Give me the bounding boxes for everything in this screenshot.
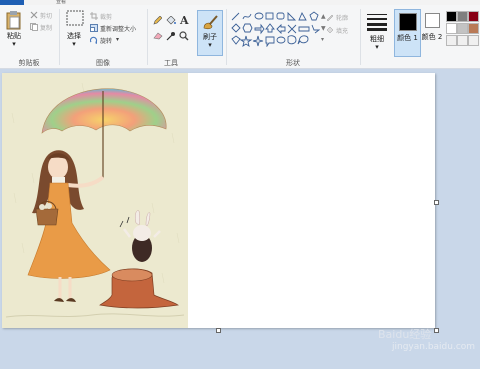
tools-group-label: 工具 [164,59,178,67]
fill-button[interactable]: 填充 [336,26,348,35]
palette-swatch[interactable] [446,11,457,22]
palette-swatch[interactable] [468,23,479,34]
brush-icon [203,15,218,30]
watermark-url: jingyan.baidu.com [392,342,476,352]
color1-swatch [399,13,417,31]
size-dropdown-icon: ▾ [375,43,379,51]
resize-handle-bottom[interactable] [216,328,221,333]
text-tool-icon[interactable]: A [180,14,189,27]
color1-label: 颜色 1 [397,34,418,42]
brush-dropdown-icon: ▾ [208,41,212,49]
outline-icon [326,14,334,21]
size-button[interactable]: 粗细 ▾ [364,10,390,54]
line-size-icon [367,14,387,31]
paste-icon[interactable] [6,10,22,30]
copy-button[interactable]: 复制 [40,23,52,32]
palette-swatch[interactable] [457,23,468,34]
magnifier-icon[interactable] [179,31,189,41]
separator [147,9,148,65]
separator [59,9,60,65]
palette-swatch[interactable] [446,35,457,46]
palette-swatch[interactable] [468,11,479,22]
cut-button[interactable]: 剪切 [40,11,52,20]
clipboard-group-label: 剪贴板 [18,59,40,67]
palette-swatch[interactable] [457,35,468,46]
palette-swatch[interactable] [468,35,479,46]
outline-button[interactable]: 轮廓 [336,13,348,22]
color2-label: 颜色 2 [421,33,443,41]
fill-icon [326,26,334,34]
shapes-gallery[interactable] [230,11,320,47]
brush-button[interactable]: 刷子 ▾ [197,10,223,56]
resize-handle-corner[interactable] [434,328,439,333]
ribbon: 粘贴 ▾ 剪切 复制 剪贴板 选择 ▾ 裁剪 重新调整大小 旋转 ▾ 图像 A … [0,5,480,69]
resize-icon [90,24,98,32]
eraser-icon[interactable] [153,32,163,40]
rotate-dropdown-icon[interactable]: ▾ [116,36,119,43]
pencil-icon[interactable] [153,16,162,25]
shapes-expand-icon[interactable]: ▾ [321,36,324,43]
paste-dropdown-icon[interactable]: ▾ [3,40,25,49]
separator [226,9,227,65]
rotate-icon [90,36,98,44]
palette-swatch[interactable] [446,23,457,34]
resize-handle-right[interactable] [434,200,439,205]
watermark: Baidu经验 [378,328,432,341]
separator [360,9,361,65]
fill-bucket-icon[interactable] [166,16,176,25]
pasted-illustration [2,73,188,328]
illustration-image [5,82,185,318]
color2-swatch [425,13,440,28]
crop-icon [90,12,98,20]
select-dropdown-icon[interactable]: ▾ [62,40,86,49]
shapes-scroll-down-icon[interactable]: ▼ [321,25,326,32]
resize-button[interactable]: 重新调整大小 [100,24,136,33]
color2-button[interactable]: 颜色 2 [421,9,443,55]
rotate-button[interactable]: 旋转 [100,36,112,45]
color1-button[interactable]: 颜色 1 [394,9,421,57]
cut-icon [30,11,38,19]
color-palette [446,11,480,51]
image-group-label: 图像 [96,59,110,67]
color-picker-icon[interactable] [166,31,175,41]
shapes-group-label: 形状 [286,59,300,67]
select-icon[interactable] [66,10,84,26]
copy-icon [30,23,38,31]
shapes-scroll-up-icon[interactable]: ▲ [321,13,326,20]
palette-swatch[interactable] [457,11,468,22]
crop-button[interactable]: 裁剪 [100,12,112,21]
